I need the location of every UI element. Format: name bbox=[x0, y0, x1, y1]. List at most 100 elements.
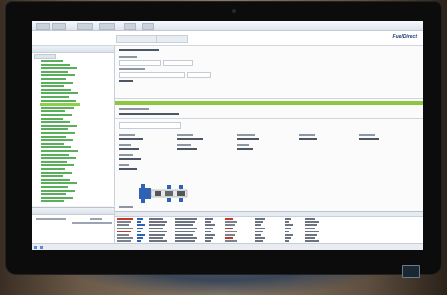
table-cell bbox=[285, 218, 291, 220]
tree-item[interactable] bbox=[41, 193, 66, 196]
table-cell bbox=[117, 218, 133, 220]
status-icon bbox=[40, 246, 43, 249]
table-cell bbox=[137, 230, 141, 233]
tree-item[interactable] bbox=[41, 146, 71, 149]
table-cell bbox=[205, 234, 215, 236]
table-cell bbox=[255, 224, 261, 226]
tree-item[interactable] bbox=[41, 117, 63, 120]
main-panel bbox=[115, 46, 423, 250]
table-cell bbox=[175, 227, 197, 230]
tree-item[interactable] bbox=[41, 164, 74, 167]
tree-item[interactable] bbox=[41, 128, 68, 131]
table-cell bbox=[117, 234, 129, 236]
status-bar bbox=[32, 243, 423, 250]
field-label bbox=[119, 108, 149, 110]
divider bbox=[115, 118, 423, 119]
tree-item[interactable] bbox=[41, 78, 66, 80]
table-cell bbox=[137, 227, 143, 230]
tree-item[interactable] bbox=[41, 139, 73, 142]
tree-item[interactable] bbox=[41, 63, 70, 66]
field-value bbox=[119, 158, 141, 160]
tree-item[interactable] bbox=[41, 196, 73, 199]
field-value bbox=[119, 168, 137, 170]
search-button[interactable] bbox=[187, 72, 211, 78]
tree-item[interactable] bbox=[41, 142, 64, 145]
table-cell bbox=[305, 218, 315, 220]
list-item[interactable] bbox=[72, 222, 112, 224]
table-cell bbox=[175, 221, 195, 223]
tree-item[interactable] bbox=[41, 150, 78, 152]
toolbar-button[interactable] bbox=[142, 23, 154, 30]
tree-item[interactable] bbox=[41, 132, 75, 134]
toolbar-button[interactable] bbox=[99, 23, 115, 30]
select-field[interactable] bbox=[163, 60, 193, 66]
tree-item[interactable] bbox=[41, 60, 63, 62]
tree-item[interactable] bbox=[41, 182, 77, 185]
field-label bbox=[237, 134, 255, 136]
toolbar-button[interactable] bbox=[52, 23, 66, 30]
tree-item[interactable] bbox=[41, 96, 69, 98]
tree-item[interactable] bbox=[41, 85, 64, 88]
tree-item[interactable] bbox=[41, 114, 72, 116]
toolbar-button[interactable] bbox=[124, 23, 136, 30]
table-cell bbox=[205, 230, 211, 233]
tree-item[interactable] bbox=[41, 160, 67, 163]
tree-item[interactable] bbox=[41, 175, 63, 178]
filter-input[interactable] bbox=[34, 54, 56, 59]
input-field[interactable] bbox=[119, 72, 185, 78]
tree-item[interactable] bbox=[41, 186, 68, 188]
list-item[interactable] bbox=[36, 218, 66, 220]
field-value bbox=[299, 138, 317, 140]
pane-header bbox=[32, 46, 114, 53]
tree-item[interactable] bbox=[41, 157, 76, 160]
table-cell bbox=[285, 230, 289, 233]
table-cell bbox=[117, 221, 131, 223]
input-field[interactable] bbox=[119, 60, 161, 66]
tree-item[interactable] bbox=[41, 189, 75, 192]
tree-item[interactable] bbox=[41, 171, 72, 174]
tree-item[interactable] bbox=[41, 99, 76, 102]
tab-active[interactable] bbox=[116, 35, 158, 43]
toolbar-button[interactable] bbox=[36, 23, 50, 30]
tree-item[interactable] bbox=[41, 88, 71, 91]
tree-item[interactable] bbox=[41, 200, 64, 203]
tree-item[interactable] bbox=[41, 153, 69, 156]
field-label bbox=[177, 144, 191, 146]
tree-item[interactable] bbox=[41, 70, 68, 73]
tree-item[interactable] bbox=[41, 121, 70, 124]
toolbar-button[interactable] bbox=[77, 23, 93, 30]
tree-item[interactable] bbox=[41, 92, 78, 95]
table-cell bbox=[137, 224, 145, 226]
table-cell bbox=[117, 227, 133, 230]
tree-item[interactable] bbox=[41, 67, 77, 70]
table-cell bbox=[285, 240, 289, 242]
tree-item[interactable] bbox=[41, 81, 73, 84]
tab-strip[interactable] bbox=[119, 122, 181, 129]
table-cell bbox=[149, 237, 163, 239]
tree-item[interactable] bbox=[41, 178, 70, 181]
field-label bbox=[119, 134, 135, 136]
table-cell bbox=[175, 237, 197, 239]
tree-item[interactable] bbox=[41, 110, 65, 113]
brand-logo: FuelDirect bbox=[392, 34, 417, 40]
tree-item[interactable] bbox=[41, 124, 77, 127]
tab[interactable] bbox=[156, 35, 188, 43]
table-cell bbox=[225, 237, 233, 239]
selected-row-bar[interactable] bbox=[115, 101, 423, 105]
tree-item[interactable] bbox=[41, 74, 75, 77]
tree-item[interactable] bbox=[41, 106, 74, 109]
table-cell bbox=[225, 224, 235, 226]
table-cell bbox=[285, 224, 293, 226]
grid-header bbox=[115, 212, 423, 217]
tree-item-selected[interactable] bbox=[40, 103, 80, 107]
tree-item[interactable] bbox=[41, 168, 65, 170]
pane-header bbox=[32, 208, 114, 215]
table-cell bbox=[305, 240, 319, 242]
status-icon bbox=[34, 246, 37, 249]
tree-item[interactable] bbox=[41, 135, 66, 138]
monitor-screen: FuelDirect bbox=[32, 21, 423, 250]
table-cell bbox=[255, 234, 261, 236]
table-cell bbox=[255, 227, 265, 230]
section-title bbox=[119, 113, 179, 115]
list-item[interactable] bbox=[90, 218, 102, 220]
